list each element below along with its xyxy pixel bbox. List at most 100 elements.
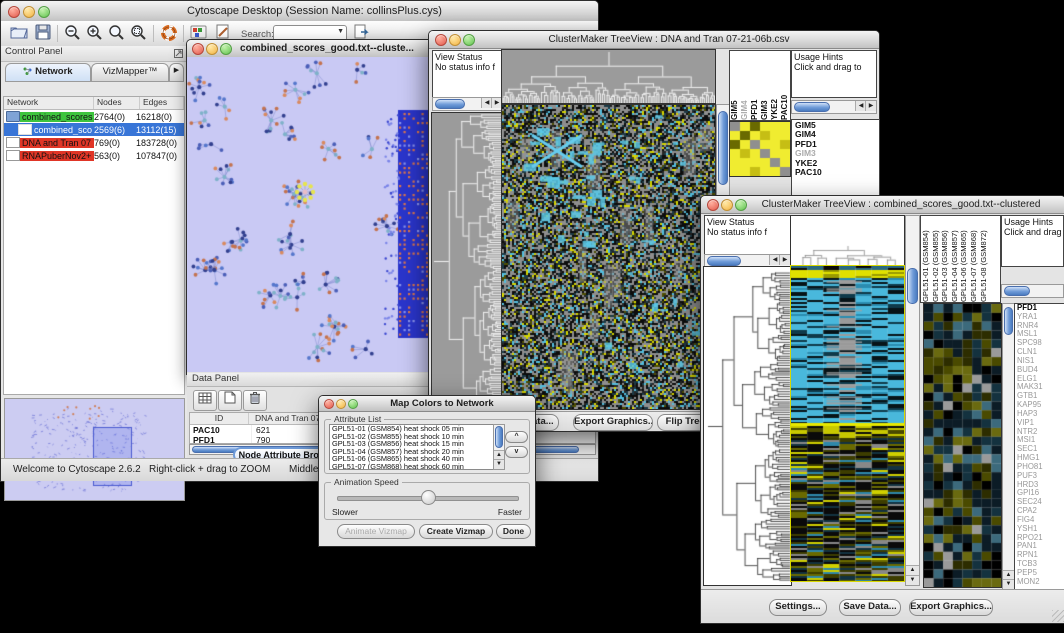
scroll-thumb[interactable] <box>435 99 465 109</box>
scroll-right-icon[interactable]: ▶ <box>779 255 790 265</box>
global-heatmap-canvas[interactable] <box>502 105 715 409</box>
scroll-thumb[interactable] <box>707 256 741 266</box>
global-heatmap[interactable] <box>501 104 716 410</box>
column-label[interactable]: GPL51-03 (GSM856) <box>940 216 950 302</box>
attribute-select-button[interactable] <box>193 390 217 411</box>
gene-label[interactable]: MSL1 <box>1017 330 1064 339</box>
gene-label[interactable]: VIP1 <box>1017 419 1064 428</box>
attribute-list-vscrollbar[interactable]: ▲ ▼ <box>493 424 505 470</box>
minimize-button[interactable] <box>721 199 733 211</box>
birdseye-canvas[interactable] <box>5 399 182 498</box>
gene-label[interactable]: HAP3 <box>1017 410 1064 419</box>
scroll-thumb[interactable] <box>1004 286 1030 296</box>
network-canvas[interactable] <box>187 57 435 372</box>
global-heatmap[interactable] <box>790 265 905 582</box>
tab-overflow-button[interactable]: ▶ <box>169 63 184 82</box>
gene-label[interactable]: MAK31 <box>1017 383 1064 392</box>
scroll-thumb[interactable] <box>495 426 503 448</box>
zoom-button[interactable] <box>735 199 747 211</box>
column-label[interactable]: GPL51-07 (GSM868) <box>969 216 979 302</box>
row-dendrogram[interactable] <box>703 266 792 586</box>
create-vizmap-button[interactable]: Create Vizmap <box>419 524 493 539</box>
gene-label[interactable]: GIM4 <box>795 130 879 139</box>
scroll-thumb[interactable] <box>1004 307 1013 335</box>
gene-label[interactable]: GIM5 <box>795 121 879 130</box>
gene-label[interactable]: GPI16 <box>1017 489 1064 498</box>
gene-label[interactable]: YKE2 <box>795 159 879 168</box>
zoom-button[interactable] <box>348 399 358 409</box>
tab-vizmapper[interactable]: VizMapper™ <box>91 63 169 82</box>
row-dendrogram-canvas[interactable] <box>432 113 501 409</box>
animate-vizmap-button[interactable]: Animate Vizmap <box>337 524 415 539</box>
zoom-heatmap[interactable] <box>923 303 1002 588</box>
network-row[interactable]: DNA and Tran 07 769(0) 183728(0) <box>4 136 184 149</box>
scroll-down-icon[interactable]: ▼ <box>906 575 919 585</box>
dropdown-arrow-icon[interactable]: ▼ <box>337 28 344 35</box>
column-label[interactable]: GPL51-01 (GSM854) <box>921 216 931 302</box>
attribute-list-item[interactable]: GPL51-01 (GSM854) heat shock 05 min <box>330 425 494 433</box>
move-up-button[interactable]: ^ <box>505 431 528 443</box>
column-dendrogram[interactable] <box>790 215 905 266</box>
close-button[interactable] <box>707 199 719 211</box>
gene-label[interactable]: PFD1 <box>1017 304 1064 313</box>
gene-label[interactable]: YSH1 <box>1017 525 1064 534</box>
gene-label[interactable]: MSI1 <box>1017 436 1064 445</box>
gene-label[interactable]: PHO81 <box>1017 463 1064 472</box>
gene-label[interactable]: HRD3 <box>1017 481 1064 490</box>
treeview1-titlebar[interactable]: ClusterMaker TreeView : DNA and Tran 07-… <box>429 31 879 49</box>
usage-hints-hscrollbar[interactable]: ◀ ▶ <box>791 100 877 114</box>
minimize-button[interactable] <box>23 6 35 18</box>
gene-label[interactable]: RPN1 <box>1017 551 1064 560</box>
gene-label[interactable]: PAC10 <box>795 168 879 177</box>
network-row[interactable]: RNAPuberNov2+ 563(0) 107847(0) <box>4 149 184 162</box>
column-label[interactable]: GPL51-08 (GSM872) <box>979 216 989 302</box>
usage-hints-hscrollbar[interactable] <box>1001 284 1064 298</box>
gene-label[interactable]: MON2 <box>1017 578 1064 587</box>
close-button[interactable] <box>324 399 334 409</box>
treeview2-titlebar[interactable]: ClusterMaker TreeView : combined_scores_… <box>701 196 1064 214</box>
column-dendrogram[interactable] <box>501 49 716 104</box>
gene-label[interactable]: CPA2 <box>1017 507 1064 516</box>
gene-label[interactable]: NTR2 <box>1017 428 1064 437</box>
col-edges[interactable]: Edges <box>140 97 184 109</box>
col-id[interactable]: ID <box>190 413 249 424</box>
move-down-button[interactable]: v <box>505 446 528 458</box>
col-network[interactable]: Network <box>4 97 94 109</box>
close-button[interactable] <box>8 6 20 18</box>
tab-network[interactable]: Network <box>5 63 91 82</box>
zoom-out-button[interactable] <box>63 24 83 43</box>
column-label[interactable]: GIM3 <box>760 51 770 120</box>
column-label[interactable]: GIM5 <box>730 51 740 120</box>
save-session-button[interactable] <box>33 24 53 43</box>
birdseye-view[interactable] <box>4 398 185 501</box>
scroll-down-icon[interactable]: ▼ <box>494 459 504 469</box>
gene-label[interactable]: PEP5 <box>1017 569 1064 578</box>
close-button[interactable] <box>192 43 204 55</box>
network-row[interactable]: combined_scores 2764(0) 16218(0) <box>4 110 184 123</box>
column-dendrogram-canvas[interactable] <box>502 50 715 103</box>
column-label[interactable]: PFD1 <box>750 51 760 120</box>
global-heatmap-canvas[interactable] <box>791 266 904 581</box>
gene-label[interactable]: PFD1 <box>795 140 879 149</box>
column-dendrogram-canvas[interactable] <box>791 216 904 265</box>
network-row[interactable]: combined_sco 2569(6) 13112(15) <box>4 123 184 136</box>
close-button[interactable] <box>435 34 447 46</box>
scroll-thumb[interactable] <box>794 102 830 112</box>
settings-button[interactable]: Settings... <box>769 599 827 616</box>
attribute-list-item[interactable]: GPL51-04 (GSM857) heat shock 20 min <box>330 448 494 456</box>
dialog-titlebar[interactable]: Map Colors to Network <box>319 396 535 412</box>
gene-label[interactable]: RNR4 <box>1017 322 1064 331</box>
view-status-hscrollbar[interactable]: ◀ ▶ <box>432 97 503 111</box>
scroll-right-icon[interactable]: ▶ <box>865 101 876 111</box>
gene-label[interactable]: YRA1 <box>1017 313 1064 322</box>
zoom-heatmap[interactable] <box>729 121 791 177</box>
row-dendrogram-canvas[interactable] <box>704 267 791 585</box>
gene-label[interactable]: RPO21 <box>1017 534 1064 543</box>
gene-label[interactable]: HMG1 <box>1017 454 1064 463</box>
column-label[interactable]: PAC10 <box>780 51 790 120</box>
gene-label[interactable]: TCB3 <box>1017 560 1064 569</box>
zoom-heatmap-canvas[interactable] <box>730 122 790 176</box>
main-titlebar[interactable]: Cytoscape Desktop (Session Name: collins… <box>1 1 598 22</box>
gene-label[interactable]: GTB1 <box>1017 392 1064 401</box>
gene-label[interactable]: PUF3 <box>1017 472 1064 481</box>
